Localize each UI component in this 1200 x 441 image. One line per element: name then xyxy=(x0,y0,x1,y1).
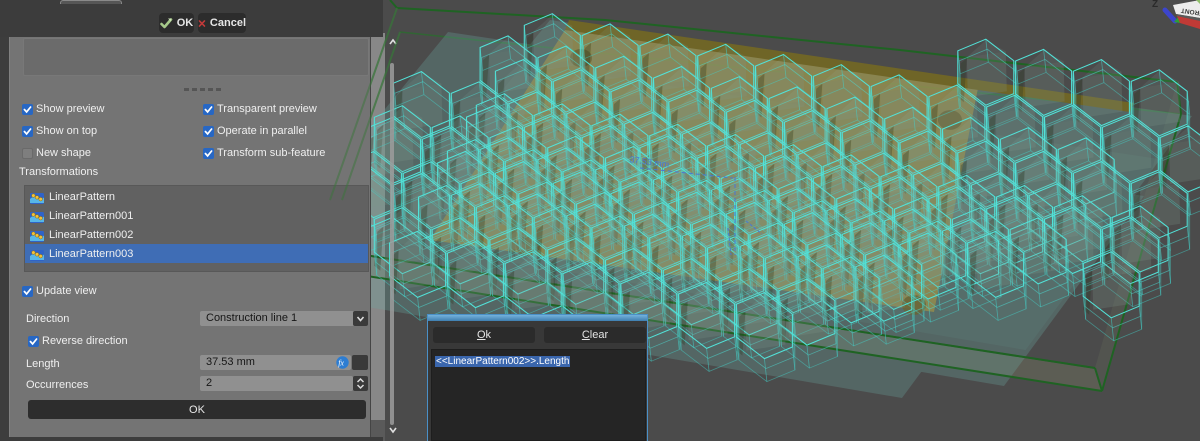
svg-text:Z: Z xyxy=(1152,0,1158,10)
svg-text:fx: fx xyxy=(338,358,344,367)
